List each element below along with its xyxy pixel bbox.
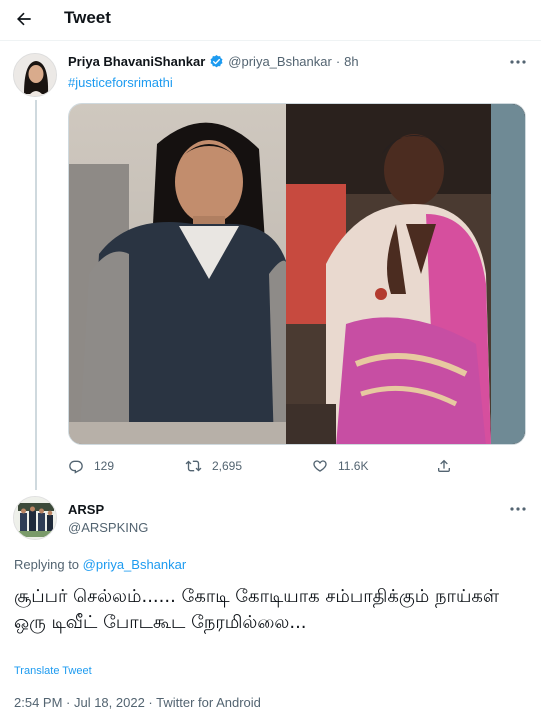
reply-timestamp-meta[interactable]: 2:54 PM · Jul 18, 2022 · Twitter for And…: [14, 695, 261, 710]
more-horizontal-icon: [510, 60, 526, 64]
reply-icon: [69, 460, 83, 474]
replying-to-line: Replying to @priya_Bshankar: [14, 557, 186, 572]
schoolgirl-photo: [69, 104, 287, 444]
translate-tweet-link[interactable]: Translate Tweet: [14, 665, 92, 677]
more-horizontal-icon: [510, 507, 526, 511]
like-count: 11.6K: [338, 459, 369, 473]
replying-to-prefix: Replying to: [14, 557, 80, 572]
media-photo-left[interactable]: [69, 104, 287, 444]
arrow-left-icon: [17, 12, 31, 26]
reply-author-handle[interactable]: @ARSPKING: [68, 520, 148, 535]
more-options-button[interactable]: [506, 55, 530, 69]
replying-to-handle-link[interactable]: @priya_Bshankar: [83, 557, 187, 572]
page-title: Tweet: [64, 8, 111, 27]
retweet-count: 2,695: [212, 459, 243, 473]
tweet-author-row: Priya BhavaniShankar @priya_Bshankar · 8…: [68, 54, 359, 69]
reply-author-name[interactable]: ARSP: [68, 502, 104, 517]
hashtag-link[interactable]: #justiceforsrimathi: [68, 75, 173, 90]
avatar-photo: [14, 54, 56, 96]
back-button[interactable]: [12, 7, 36, 31]
reply-more-options-button[interactable]: [506, 502, 530, 516]
retweet-button[interactable]: 2,695: [185, 458, 242, 474]
reply-avatar-photo: [14, 497, 56, 539]
tweet-time[interactable]: 8h: [344, 54, 358, 69]
author-handle[interactable]: @priya_Bshankar: [228, 54, 332, 69]
mother-photo: [286, 104, 525, 444]
author-avatar[interactable]: [13, 53, 57, 97]
header-divider: [0, 40, 541, 41]
like-button[interactable]: 11.6K: [312, 458, 368, 474]
thread-line: [35, 100, 37, 490]
heart-icon: [313, 460, 327, 472]
top-bar: Tweet: [0, 0, 541, 40]
reply-button[interactable]: 129: [68, 458, 114, 474]
share-button[interactable]: [436, 458, 452, 474]
reply-tweet-text: சூப்பர் செல்லம்...... கோடி கோடியாக சம்பா…: [14, 586, 500, 633]
separator-dot: ·: [335, 54, 341, 69]
reply-count: 129: [94, 459, 115, 473]
media-photo-right[interactable]: [286, 104, 525, 444]
tweet-media[interactable]: [68, 103, 526, 445]
retweet-icon: [185, 460, 202, 472]
reply-author-avatar[interactable]: [13, 496, 57, 540]
author-display-name[interactable]: Priya BhavaniShankar: [68, 54, 205, 69]
share-icon: [438, 459, 450, 472]
tweet-actions: 129 2,695 11.6K: [68, 458, 458, 476]
verified-badge-icon: [210, 54, 223, 68]
